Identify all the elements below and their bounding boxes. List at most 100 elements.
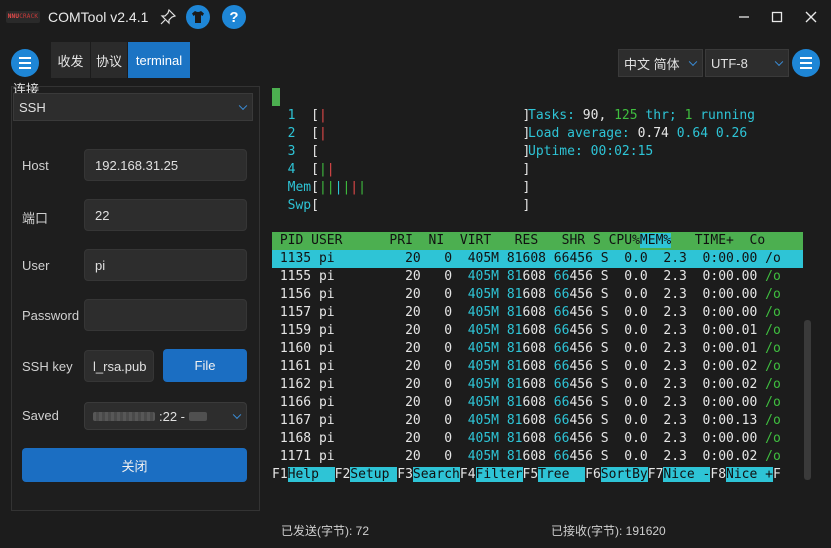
- process-pid: 1171: [272, 449, 312, 464]
- process-res: 81608: [499, 251, 546, 266]
- process-ni: 0: [420, 395, 453, 410]
- process-shr: 66456: [545, 377, 593, 392]
- shirt-icon[interactable]: [186, 5, 210, 29]
- process-res: 81608: [499, 395, 546, 410]
- process-pid: 1161: [272, 359, 312, 374]
- fkey-f5[interactable]: F5: [523, 467, 539, 482]
- fkey-f3[interactable]: F3: [397, 467, 413, 482]
- sshkey-input[interactable]: l_rsa.pub: [84, 350, 154, 382]
- process-row[interactable]: 1156 pi 20 0 405M 81608 66456 S 0.0 2.3 …: [272, 286, 781, 304]
- user-input[interactable]: pi: [84, 249, 247, 281]
- fkey-f[interactable]: F: [773, 467, 781, 482]
- process-cmd: /o: [757, 431, 781, 446]
- process-time: 0:00.00: [686, 431, 758, 446]
- process-row[interactable]: 1160 pi 20 0 405M 81608 66456 S 0.0 2.3 …: [272, 340, 781, 358]
- fkey-label[interactable]: Tree: [538, 467, 586, 482]
- process-cpu: 0.0: [608, 359, 648, 374]
- process-user: pi: [311, 377, 382, 392]
- menu-left-icon[interactable]: [11, 49, 39, 77]
- process-row[interactable]: 1166 pi 20 0 405M 81608 66456 S 0.0 2.3 …: [272, 394, 781, 412]
- fkey-label[interactable]: Setup: [350, 467, 398, 482]
- process-row[interactable]: 1171 pi 20 0 405M 81608 66456 S 0.0 2.3 …: [272, 448, 781, 466]
- tab-protocol[interactable]: 协议: [91, 42, 127, 78]
- fkey-f2[interactable]: F2: [335, 467, 351, 482]
- protocol-select[interactable]: SSH: [13, 93, 253, 121]
- language-select[interactable]: 中文 简体: [618, 49, 703, 77]
- process-row[interactable]: 1155 pi 20 0 405M 81608 66456 S 0.0 2.3 …: [272, 268, 781, 286]
- close-button[interactable]: 关闭: [22, 448, 247, 482]
- process-pri: 20: [381, 269, 421, 284]
- process-cmd: /o: [757, 449, 781, 464]
- fkey-label[interactable]: SortBy: [600, 467, 648, 482]
- help-icon[interactable]: ?: [222, 5, 246, 29]
- process-s: S: [592, 413, 609, 428]
- process-virt: 405M: [452, 251, 500, 266]
- process-s: S: [592, 269, 609, 284]
- encoding-select[interactable]: UTF-8: [705, 49, 789, 77]
- maximize-icon[interactable]: [766, 6, 788, 28]
- process-virt: 405M: [452, 359, 500, 374]
- process-row[interactable]: 1161 pi 20 0 405M 81608 66456 S 0.0 2.3 …: [272, 358, 781, 376]
- process-mem: 2.3: [647, 269, 687, 284]
- process-row[interactable]: 1157 pi 20 0 405M 81608 66456 S 0.0 2.3 …: [272, 304, 781, 322]
- redacted-host: [93, 411, 155, 421]
- process-row[interactable]: 1135 pi 20 0 405M 81608 66456 S 0.0 2.3 …: [272, 250, 803, 268]
- process-cpu: 0.0: [608, 377, 648, 392]
- fkey-label[interactable]: Filter: [475, 467, 523, 482]
- process-time: 0:00.01: [686, 323, 758, 338]
- process-mem: 2.3: [647, 323, 687, 338]
- process-shr: 66456: [545, 251, 593, 266]
- process-time: 0:00.02: [686, 359, 758, 374]
- cpu-bar-3: 3 [ ]: [287, 144, 531, 159]
- fkey-f4[interactable]: F4: [460, 467, 476, 482]
- fkey-f7[interactable]: F7: [648, 467, 664, 482]
- host-input[interactable]: 192.168.31.25: [84, 149, 247, 181]
- saved-select[interactable]: :22 -: [84, 402, 247, 430]
- fkey-label[interactable]: Nice -: [663, 467, 711, 482]
- title-bar: NNU CRACK COMTool v2.4.1 ?: [0, 0, 831, 36]
- tasks-line: Tasks: 90, 125 thr; 1 running: [528, 108, 756, 123]
- terminal-output[interactable]: 1 [| ] 2 [| ] 3 [ ] 4 [|| ] Mem[|||||| ]…: [272, 88, 803, 484]
- process-pri: 20: [381, 323, 421, 338]
- process-row[interactable]: 1159 pi 20 0 405M 81608 66456 S 0.0 2.3 …: [272, 322, 781, 340]
- port-input[interactable]: 22: [84, 199, 247, 231]
- process-res: 81608: [499, 431, 546, 446]
- terminal-scrollbar[interactable]: [804, 320, 811, 480]
- fkey-label[interactable]: Help: [287, 467, 335, 482]
- process-user: pi: [311, 413, 382, 428]
- process-cmd: /o: [757, 413, 781, 428]
- function-key-bar: F1Help F2Setup F3SearchF4FilterF5Tree F6…: [272, 466, 803, 484]
- process-cmd: /o: [757, 323, 781, 338]
- menu-right-icon[interactable]: [792, 49, 820, 77]
- process-cpu: 0.0: [608, 395, 648, 410]
- fkey-f6[interactable]: F6: [585, 467, 601, 482]
- password-input[interactable]: [84, 299, 247, 331]
- fkey-label[interactable]: Search: [412, 467, 460, 482]
- process-res: 81608: [499, 377, 546, 392]
- process-virt: 405M: [452, 341, 500, 356]
- tab-terminal[interactable]: terminal: [128, 42, 190, 78]
- fkey-f8[interactable]: F8: [710, 467, 726, 482]
- process-s: S: [592, 431, 609, 446]
- process-pri: 20: [381, 305, 421, 320]
- process-row[interactable]: 1162 pi 20 0 405M 81608 66456 S 0.0 2.3 …: [272, 376, 781, 394]
- fkey-label[interactable]: Nice +: [726, 467, 773, 482]
- process-ni: 0: [420, 359, 453, 374]
- app-logo: NNU CRACK: [6, 11, 40, 23]
- process-s: S: [592, 305, 609, 320]
- process-row[interactable]: 1168 pi 20 0 405M 81608 66456 S 0.0 2.3 …: [272, 430, 781, 448]
- protocol-value: SSH: [19, 99, 46, 115]
- fkey-f1[interactable]: F1: [272, 467, 288, 482]
- close-icon[interactable]: [800, 6, 822, 28]
- process-user: pi: [311, 269, 382, 284]
- minimize-icon[interactable]: [733, 6, 755, 28]
- process-row[interactable]: 1167 pi 20 0 405M 81608 66456 S 0.0 2.3 …: [272, 412, 781, 430]
- saved-label: Saved: [22, 408, 59, 423]
- file-button[interactable]: File: [163, 349, 247, 382]
- process-ni: 0: [420, 431, 453, 446]
- process-cmd: /o: [757, 305, 781, 320]
- pin-icon[interactable]: [156, 5, 180, 29]
- tab-send[interactable]: 收发: [51, 42, 90, 78]
- process-user: pi: [311, 323, 382, 338]
- process-ni: 0: [420, 287, 453, 302]
